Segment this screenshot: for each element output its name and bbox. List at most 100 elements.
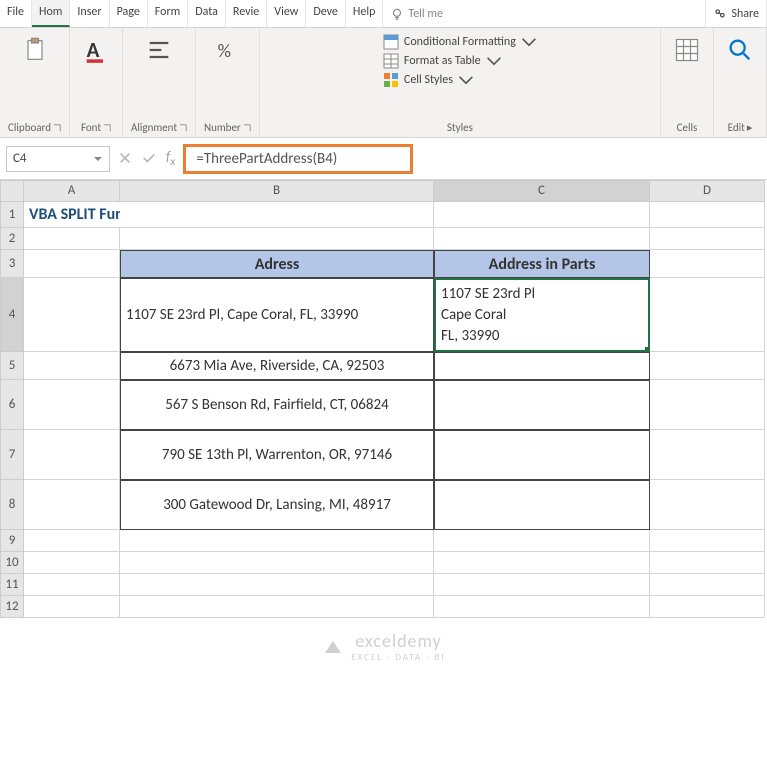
cell-C9[interactable] [434,530,650,552]
cell-C12[interactable] [434,596,650,618]
cell-D7[interactable] [650,430,765,480]
tab-home[interactable]: Hom [32,0,70,27]
cell-B7[interactable]: 790 SE 13th Pl, Warrenton, OR, 97146 [120,430,434,480]
cell-D8[interactable] [650,480,765,530]
ribbon-group-number: % Number [196,28,260,137]
cell-D6[interactable] [650,380,765,430]
cell-A8[interactable] [24,480,120,530]
row-header-3[interactable]: 3 [0,250,24,278]
cell-B4[interactable]: 1107 SE 23rd Pl, Cape Coral, FL, 33990 [120,278,434,352]
cell-C5[interactable] [434,352,650,380]
row-header-1[interactable]: 1 [0,202,24,228]
tab-review[interactable]: Revie [226,0,267,27]
fx-label[interactable]: fx [166,148,175,169]
cell-A4[interactable] [24,278,120,352]
row-header-8[interactable]: 8 [0,480,24,530]
cell-D2[interactable] [650,228,765,250]
cell-B3-header[interactable]: Adress [120,250,434,278]
cell-D5[interactable] [650,352,765,380]
cell-B11[interactable] [120,574,434,596]
row-header-6[interactable]: 6 [0,380,24,430]
tab-insert[interactable]: Inser [70,0,109,27]
tab-file[interactable]: File [0,0,32,27]
row-header-5[interactable]: 5 [0,352,24,380]
cell-A1[interactable]: VBA SPLIT Function [24,202,120,228]
cell-B5[interactable]: 6673 Mia Ave, Riverside, CA, 92503 [120,352,434,380]
cell-D3[interactable] [650,250,765,278]
dialog-launcher-icon[interactable] [103,124,111,132]
alignment-button[interactable] [141,34,177,66]
tab-help[interactable]: Help [346,0,384,27]
col-header-C[interactable]: C [434,180,650,202]
col-header-A[interactable]: A [24,180,120,202]
share-button[interactable]: Share [706,0,767,27]
cell-A11[interactable] [24,574,120,596]
formula-input[interactable]: =ThreePartAddress(B4) [183,144,413,174]
paste-button[interactable] [17,34,53,66]
cell-B9[interactable] [120,530,434,552]
number-button[interactable]: % [209,34,245,66]
row-header-7[interactable]: 7 [0,430,24,480]
name-box[interactable]: C4 [6,146,110,172]
cell-B8[interactable]: 300 Gatewood Dr, Lansing, MI, 48917 [120,480,434,530]
cell-A3[interactable] [24,250,120,278]
dialog-launcher-icon[interactable] [53,124,61,132]
cell-B10[interactable] [120,552,434,574]
tab-formulas[interactable]: Form [148,0,188,27]
tab-page-layout[interactable]: Page [110,0,148,27]
cell-D11[interactable] [650,574,765,596]
select-all-corner[interactable] [0,180,24,202]
cell-D12[interactable] [650,596,765,618]
watermark: exceldemy EXCEL · DATA · BI [0,630,767,663]
cell-A9[interactable] [24,530,120,552]
conditional-formatting-button[interactable]: Conditional Formatting [383,34,537,50]
clipboard-icon [21,36,49,64]
cell-B2[interactable] [120,228,434,250]
col-header-B[interactable]: B [120,180,434,202]
dialog-launcher-icon[interactable] [179,124,187,132]
align-icon [145,36,173,64]
cell-C3-header[interactable]: Address in Parts [434,250,650,278]
row-header-12[interactable]: 12 [0,596,24,618]
row-header-4[interactable]: 4 [0,278,24,352]
cell-C8[interactable] [434,480,650,530]
cell-B6[interactable]: 567 S Benson Rd, Fairfield, CT, 06824 [120,380,434,430]
editing-button[interactable] [722,34,758,66]
cell-styles-button[interactable]: Cell Styles [383,72,474,88]
row-header-11[interactable]: 11 [0,574,24,596]
cell-C1[interactable] [434,202,650,228]
cell-A10[interactable] [24,552,120,574]
cell-C4[interactable]: 1107 SE 23rd Pl Cape Coral FL, 33990 [434,278,650,352]
cell-C6[interactable] [434,380,650,430]
cell-D1[interactable] [650,202,765,228]
cell-D9[interactable] [650,530,765,552]
cell-C10[interactable] [434,552,650,574]
dialog-launcher-icon[interactable] [243,124,251,132]
tab-view[interactable]: View [267,0,306,27]
cell-C11[interactable] [434,574,650,596]
cell-D10[interactable] [650,552,765,574]
row-header-9[interactable]: 9 [0,530,24,552]
cell-A6[interactable] [24,380,120,430]
cell-D4[interactable] [650,278,765,352]
tab-developer[interactable]: Deve [306,0,346,27]
col-header-D[interactable]: D [650,180,765,202]
cell-A2[interactable] [24,228,120,250]
row-header-10[interactable]: 10 [0,552,24,574]
cell-A7[interactable] [24,430,120,480]
font-button[interactable]: A [78,34,114,66]
ribbon-tabs: File Hom Inser Page Form Data Revie View… [0,0,767,28]
confirm-icon[interactable] [142,151,156,165]
tell-me-search[interactable]: Tell me [383,0,706,27]
format-as-table-button[interactable]: Format as Table [383,53,502,69]
cell-A5[interactable] [24,352,120,380]
cell-C7[interactable] [434,430,650,480]
cancel-icon[interactable] [118,151,132,165]
cell-A12[interactable] [24,596,120,618]
tab-data[interactable]: Data [188,0,226,27]
cell-B1[interactable] [120,202,434,228]
cell-B12[interactable] [120,596,434,618]
cells-button[interactable] [669,34,705,66]
row-header-2[interactable]: 2 [0,228,24,250]
cell-C2[interactable] [434,228,650,250]
